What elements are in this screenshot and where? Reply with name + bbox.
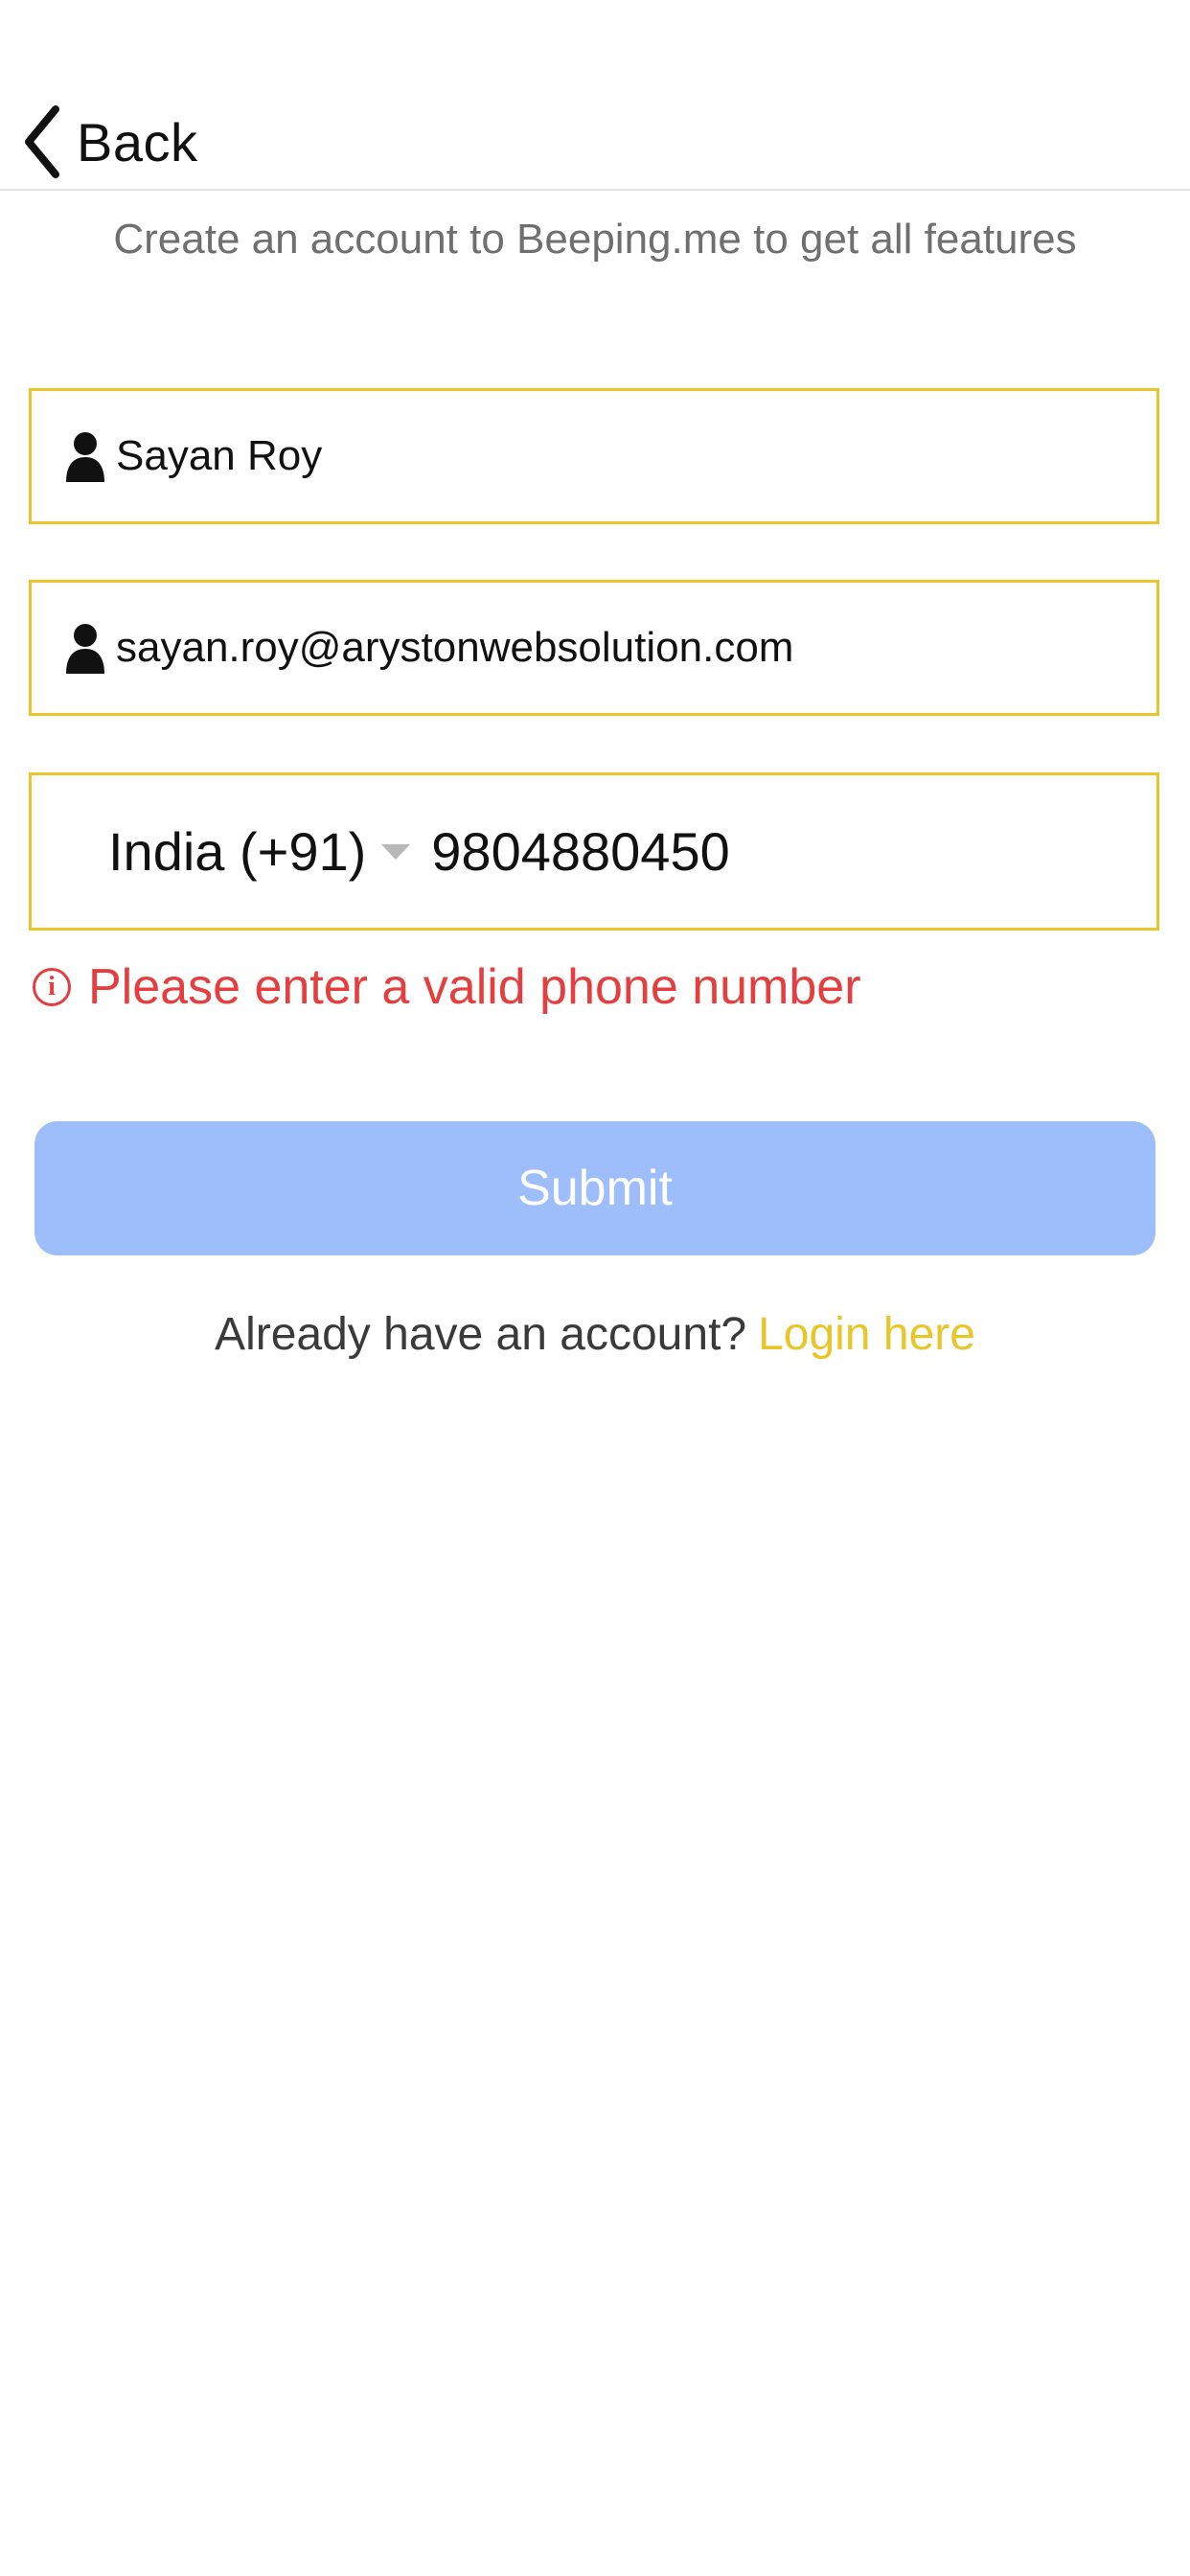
phone-input[interactable] xyxy=(431,820,1103,883)
country-code-label: India (+91) xyxy=(108,821,367,882)
error-text: Please enter a valid phone number xyxy=(88,959,861,1015)
back-button[interactable]: Back xyxy=(21,104,198,180)
person-icon xyxy=(66,432,104,482)
chevron-left-icon xyxy=(25,105,59,178)
phone-field[interactable]: India (+91) xyxy=(29,772,1159,931)
email-input[interactable] xyxy=(116,624,1112,672)
navigation-bar: Back xyxy=(0,0,1190,191)
phone-error-message: i Please enter a valid phone number xyxy=(33,958,861,1016)
login-prompt-text: Already have an account? xyxy=(215,1309,747,1360)
name-field[interactable] xyxy=(29,388,1159,524)
caret-down-icon xyxy=(381,843,411,860)
login-prompt: Already have an account? Login here xyxy=(0,1308,1190,1361)
country-code-selector[interactable]: India (+91) xyxy=(108,820,411,883)
back-label: Back xyxy=(77,111,198,172)
person-icon xyxy=(66,624,104,674)
info-circle-icon: i xyxy=(33,968,71,1006)
submit-button[interactable]: Submit xyxy=(34,1121,1156,1255)
login-link[interactable]: Login here xyxy=(758,1309,975,1360)
name-input[interactable] xyxy=(116,432,1112,480)
email-field[interactable] xyxy=(29,580,1159,716)
page-subtitle: Create an account to Beeping.me to get a… xyxy=(113,216,1077,263)
